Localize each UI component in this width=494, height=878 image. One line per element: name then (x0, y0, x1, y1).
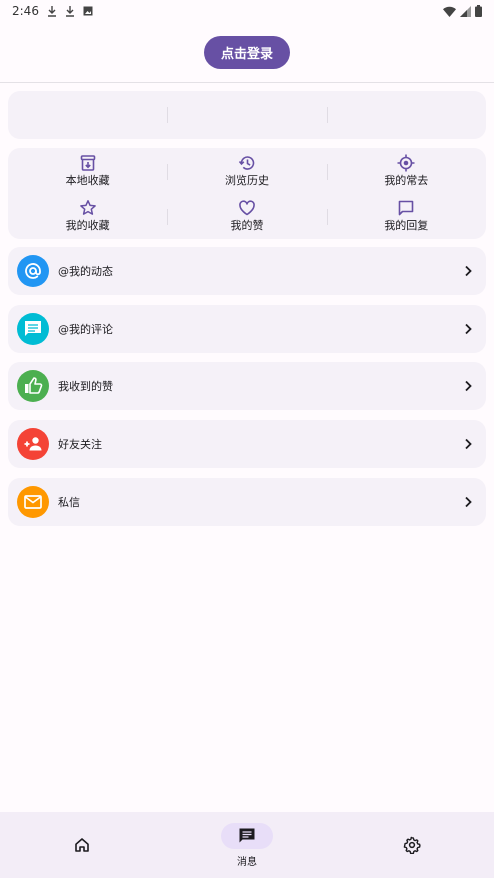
download-icon (47, 5, 57, 17)
header: 点击登录 (0, 22, 494, 83)
gear-icon (386, 832, 438, 858)
status-left: 2:46 (12, 4, 93, 18)
message-icon (221, 822, 273, 849)
shortcut-local-favorites[interactable]: 本地收藏 (8, 148, 167, 193)
chevron-right-icon (460, 436, 476, 452)
star-icon (79, 199, 97, 217)
chevron-right-icon (460, 494, 476, 510)
heart-icon (238, 199, 256, 217)
comment-icon (17, 313, 49, 345)
shortcuts-grid: 本地收藏 浏览历史 我的常去 我的收藏 我的赞 我的回复 (8, 148, 486, 239)
login-button[interactable]: 点击登录 (204, 35, 290, 69)
bottom-nav: 消息 (0, 812, 494, 878)
status-time: 2:46 (12, 4, 39, 18)
list-item-label: 好友关注 (58, 438, 102, 451)
list-item-label: @我的评论 (58, 323, 113, 336)
list-item-my-comments[interactable]: @我的评论 (8, 305, 486, 353)
list-item-my-mentions[interactable]: @我的动态 (8, 247, 486, 295)
chevron-right-icon (460, 263, 476, 279)
shortcut-label: 本地收藏 (65, 173, 110, 187)
battery-icon (475, 5, 482, 17)
list-item-label: @我的动态 (58, 265, 113, 278)
list-item-likes-received[interactable]: 我收到的赞 (8, 362, 486, 410)
shortcut-label: 我的赞 (230, 219, 264, 232)
status-right (443, 5, 482, 17)
nav-messages-label: 消息 (237, 856, 257, 868)
list-item-private-messages[interactable]: 私信 (8, 478, 486, 526)
stat-cell[interactable] (326, 91, 486, 139)
download-icon (65, 5, 75, 17)
home-icon (56, 832, 108, 858)
shortcut-my-favorites[interactable]: 我的收藏 (8, 193, 167, 239)
list-item-friend-follows[interactable]: 好友关注 (8, 420, 486, 468)
shortcut-label: 浏览历史 (224, 173, 269, 187)
person-add-icon (17, 428, 49, 460)
shortcut-history[interactable]: 浏览历史 (167, 148, 326, 193)
target-icon (397, 154, 415, 172)
mail-icon (17, 486, 49, 518)
shortcut-label: 我的回复 (384, 219, 429, 232)
signal-icon (460, 5, 471, 17)
nav-messages[interactable]: 消息 (165, 812, 330, 878)
status-bar: 2:46 (0, 0, 494, 22)
shortcut-label: 我的收藏 (65, 219, 110, 232)
stat-cell[interactable] (8, 91, 167, 139)
shortcut-my-likes[interactable]: 我的赞 (167, 193, 326, 239)
archive-download-icon (79, 154, 97, 172)
shortcut-my-replies[interactable]: 我的回复 (326, 193, 486, 239)
list-item-label: 我收到的赞 (58, 380, 113, 393)
history-icon (238, 154, 256, 172)
shortcut-frequent[interactable]: 我的常去 (326, 148, 486, 193)
stats-card (8, 91, 486, 139)
chat-bubble-icon (397, 199, 415, 217)
nav-home[interactable] (0, 812, 165, 878)
wifi-icon (443, 6, 456, 17)
chevron-right-icon (460, 321, 476, 337)
nav-settings[interactable] (329, 812, 494, 878)
list-item-label: 私信 (58, 496, 80, 509)
at-sign-icon (17, 255, 49, 287)
shortcut-label: 我的常去 (384, 173, 429, 187)
image-notification-icon (83, 6, 93, 16)
chevron-right-icon (460, 378, 476, 394)
thumb-up-icon (17, 370, 49, 402)
stat-cell[interactable] (167, 91, 326, 139)
